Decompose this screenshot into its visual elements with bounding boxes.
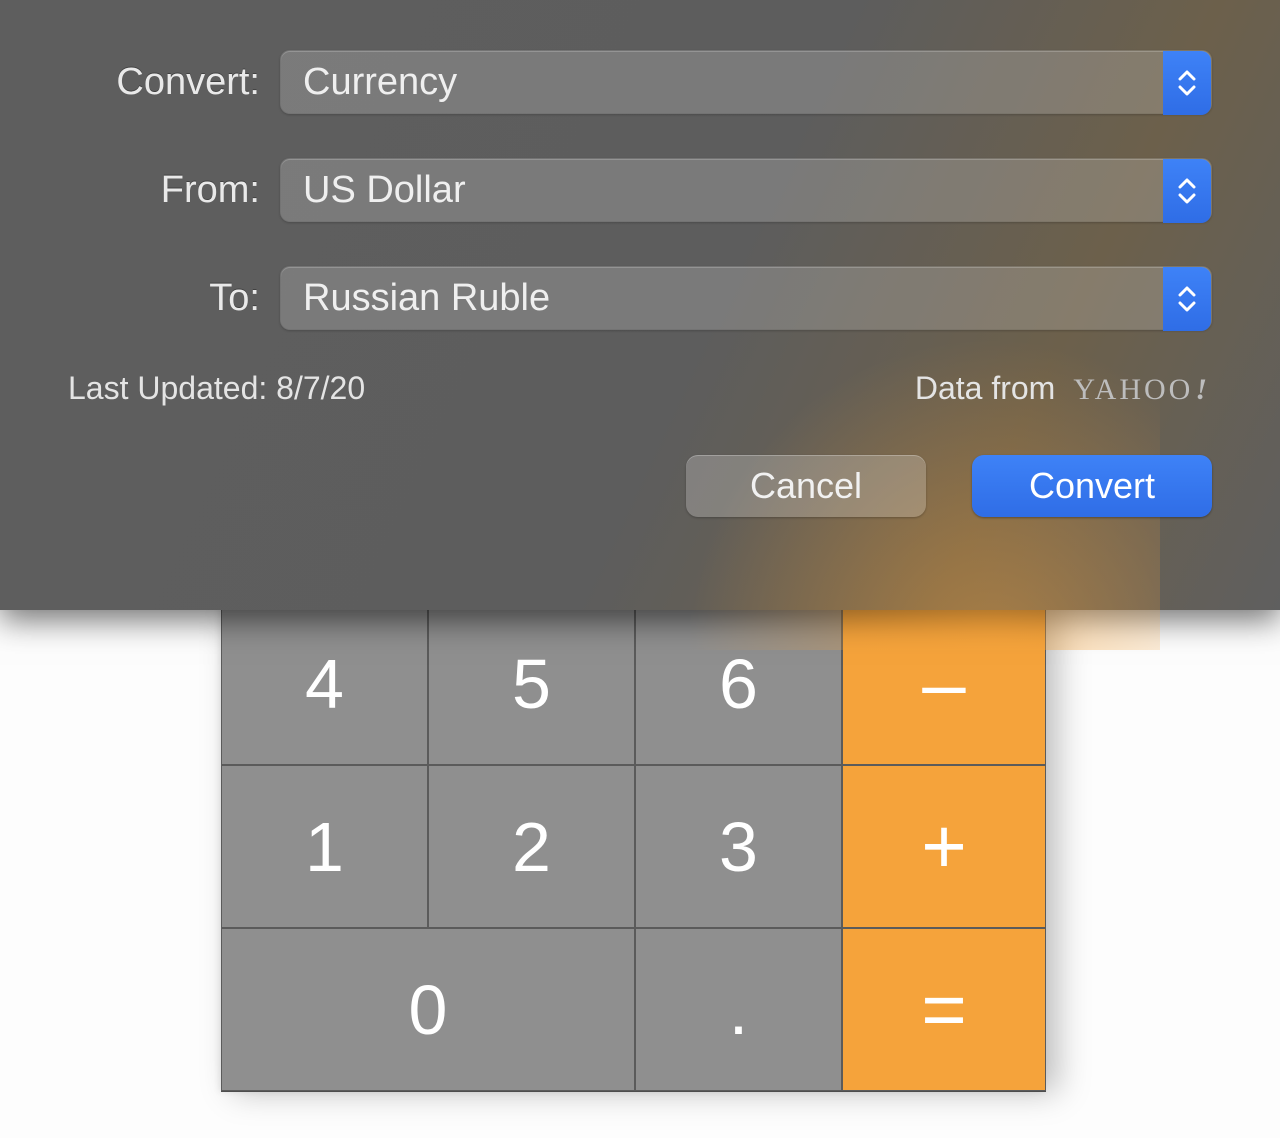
conversion-sheet: Convert: Currency From: US Dollar: [0, 0, 1280, 610]
key-6[interactable]: 6: [635, 602, 842, 765]
info-row: Last Updated: 8/7/20 Data from YAHOO!: [68, 370, 1212, 407]
field-row-from: From: US Dollar: [68, 158, 1212, 222]
convert-popup[interactable]: Currency: [280, 50, 1212, 114]
key-equals[interactable]: =: [842, 928, 1046, 1091]
keypad-row: 1 2 3 +: [221, 765, 1046, 928]
from-label: From:: [68, 169, 280, 212]
key-2[interactable]: 2: [428, 765, 635, 928]
yahoo-bang: !: [1195, 373, 1210, 406]
yahoo-text: YAHOO: [1073, 373, 1193, 406]
to-value: Russian Ruble: [303, 277, 550, 320]
convert-label: Convert:: [68, 61, 280, 104]
field-row-convert: Convert: Currency: [68, 50, 1212, 114]
conversion-form: Convert: Currency From: US Dollar: [0, 20, 1280, 517]
key-1[interactable]: 1: [221, 765, 428, 928]
keypad-row: 4 5 6 –: [221, 602, 1046, 765]
key-plus[interactable]: +: [842, 765, 1046, 928]
convert-button[interactable]: Convert: [972, 455, 1212, 517]
calculator-conversion-window: 4 5 6 – 1 2 3 + 0 . = Convert: Currency: [0, 0, 1280, 1138]
data-source: Data from YAHOO!: [915, 370, 1210, 407]
data-from-label: Data from: [915, 370, 1055, 407]
chevron-up-down-icon: [1163, 51, 1211, 115]
key-decimal[interactable]: .: [635, 928, 842, 1091]
chevron-up-down-icon: [1163, 159, 1211, 223]
convert-value: Currency: [303, 61, 457, 104]
from-popup[interactable]: US Dollar: [280, 158, 1212, 222]
field-row-to: To: Russian Ruble: [68, 266, 1212, 330]
chevron-up-down-icon: [1163, 267, 1211, 331]
key-minus[interactable]: –: [842, 602, 1046, 765]
to-label: To:: [68, 277, 280, 320]
calculator-keypad: 4 5 6 – 1 2 3 + 0 . =: [221, 602, 1046, 1092]
yahoo-logo: YAHOO!: [1073, 373, 1210, 407]
key-0[interactable]: 0: [221, 928, 635, 1091]
last-updated-label: Last Updated: 8/7/20: [68, 370, 365, 407]
to-popup[interactable]: Russian Ruble: [280, 266, 1212, 330]
keypad-row: 0 . =: [221, 928, 1046, 1091]
key-5[interactable]: 5: [428, 602, 635, 765]
key-4[interactable]: 4: [221, 602, 428, 765]
from-value: US Dollar: [303, 169, 466, 212]
key-3[interactable]: 3: [635, 765, 842, 928]
cancel-button[interactable]: Cancel: [686, 455, 926, 517]
dialog-actions: Cancel Convert: [68, 455, 1212, 517]
